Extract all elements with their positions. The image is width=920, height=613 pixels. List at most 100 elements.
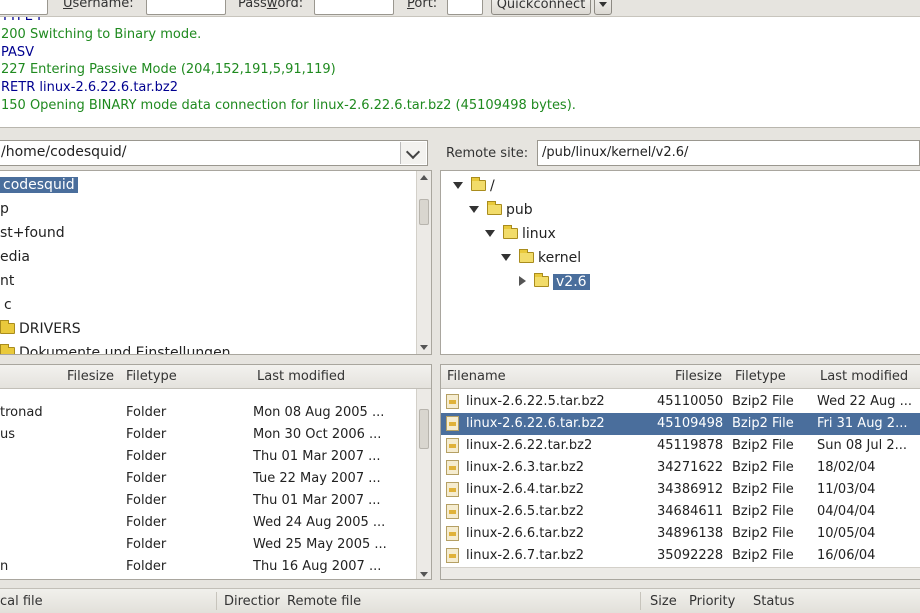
quickconnect-dropdown-icon[interactable] [594,0,612,15]
tree-item-v2-6[interactable]: v2.6 [519,271,590,293]
cell-name: n [0,559,9,574]
host-field[interactable] [0,0,48,15]
tree-item-drivers[interactable]: DRIVERS [0,318,81,340]
column-filesize[interactable]: Filesize [675,369,722,384]
archive-file-icon [446,504,459,519]
cell-name: linux-2.6.7.tar.bz2 [466,548,584,563]
expanded-icon[interactable] [469,206,479,213]
scroll-down-icon[interactable] [420,345,428,350]
archive-file-icon [446,482,459,497]
log-line: 200 Switching to Binary mode. [1,26,202,42]
tree-item[interactable]: st+found [0,222,65,244]
tree-item-drive-c[interactable]: c [4,294,12,316]
remote-directory-tree[interactable]: / pub linux kernel v2.6 [440,170,920,355]
cell-type: Folder [126,537,167,552]
column-filetype[interactable]: Filetype [126,369,177,384]
scroll-thumb[interactable] [419,409,429,449]
table-row[interactable]: tronad Folder Mon 08 Aug 2005 ... [0,402,431,424]
cell-size: 34271622 [657,460,724,475]
remote-path-input[interactable]: /pub/linux/kernel/v2.6/ [537,140,920,166]
cell-size: 45110050 [657,394,724,409]
table-row[interactable]: linux-2.6.4.tar.bz2 34386912 Bzip2 File 11/… [441,479,920,501]
tree-item-pub[interactable]: pub [469,199,533,221]
tree-item-linux[interactable]: linux [485,223,556,245]
expanded-icon[interactable] [501,254,511,261]
cell-type: Bzip2 File [732,526,794,541]
local-path-dropdown-icon[interactable] [400,142,426,164]
cell-modified: Wed 24 Aug 2005 ... [253,515,386,530]
table-row[interactable]: linux-2.6.22.6.tar.bz2 45109498 Bzip2 File… [441,413,920,435]
column-priority[interactable]: Priority [689,594,735,609]
column-last-modified[interactable]: Last modified [820,369,908,384]
archive-file-icon [446,548,459,563]
column-remote-file[interactable]: Remote file [287,594,361,609]
cell-type: Folder [126,427,167,442]
cell-name: tronad [0,405,43,420]
table-row[interactable]: us Folder Mon 30 Oct 2006 ... [0,424,431,446]
collapsed-icon[interactable] [519,276,526,286]
column-direction[interactable]: Directior [224,594,280,609]
table-row[interactable]: Folder Thu 01 Mar 2007 ... [0,490,431,512]
expanded-icon[interactable] [485,230,495,237]
tree-item[interactable]: p [0,198,9,220]
cell-modified: 04/04/04 [817,504,876,519]
tree-item[interactable]: edia [0,246,30,268]
username-field[interactable] [146,0,226,15]
column-size[interactable]: Size [650,594,677,609]
remote-list-hscrollbar[interactable] [441,567,920,579]
cell-type: Folder [126,559,167,574]
tree-item[interactable]: nt [0,270,14,292]
username-label: Username: [63,0,134,11]
remote-file-list[interactable]: Filename Filesize Filetype Last modified… [440,364,920,580]
local-list-header: Filesize Filetype Last modified [0,365,431,389]
expanded-icon[interactable] [453,182,463,189]
table-row[interactable]: linux-2.6.22.5.tar.bz2 45110050 Bzip2 File… [441,391,920,413]
archive-file-icon [446,460,459,475]
cell-modified: Thu 01 Mar 2007 ... [253,493,381,508]
table-row[interactable]: linux-2.6.6.tar.bz2 34896138 Bzip2 File 10/… [441,523,920,545]
tree-item-dokumente[interactable]: Dokumente und Einstellungen [0,342,231,354]
folder-icon [534,273,549,287]
port-label: Port: [407,0,438,11]
archive-file-icon [446,416,459,431]
column-local-file[interactable]: cal file [0,594,43,609]
column-status[interactable]: Status [753,594,794,609]
tree-item-kernel[interactable]: kernel [501,247,581,269]
column-filesize[interactable]: Filesize [67,369,114,384]
local-file-list[interactable]: Filesize Filetype Last modified tronad Fo… [0,364,432,580]
table-row[interactable]: linux-2.6.3.tar.bz2 34271622 Bzip2 File 18/… [441,457,920,479]
cell-modified: 10/05/04 [817,526,876,541]
scroll-down-icon[interactable] [420,572,428,577]
cell-modified: 16/06/04 [817,548,876,563]
table-row[interactable]: linux-2.6.5.tar.bz2 34684611 Bzip2 File 04/… [441,501,920,523]
table-row[interactable]: Folder Wed 24 Aug 2005 ... [0,512,431,534]
table-row[interactable]: linux-2.6.22.tar.bz2 45119878 Bzip2 File Su… [441,435,920,457]
tree-item-codesquid[interactable]: codesquid [0,174,78,196]
transfer-queue-header: cal file Directior Remote file Size Prio… [0,588,920,613]
message-log[interactable]: TYPE I200 Switching to Binary mode. PASV 2… [0,17,920,128]
local-directory-tree[interactable]: codesquid p st+found edia nt c DRIVERS D… [0,170,432,355]
cell-modified: 18/02/04 [817,460,876,475]
table-row[interactable]: Folder Thu 01 Mar 2007 ... [0,446,431,468]
table-row[interactable]: Folder Wed 25 May 2005 ... [0,534,431,556]
cell-size: 34896138 [657,526,724,541]
column-filename[interactable]: Filename [447,369,506,384]
column-last-modified[interactable]: Last modified [257,369,345,384]
table-row[interactable]: linux-2.6.7.tar.bz2 35092228 Bzip2 File 16/… [441,545,920,567]
cell-name: linux-2.6.22.tar.bz2 [466,438,593,453]
quickconnect-button[interactable]: Quickconnect [491,0,591,15]
local-list-scrollbar[interactable] [416,389,431,579]
folder-icon [503,225,518,239]
cell-type: Bzip2 File [732,460,794,475]
table-row[interactable]: Folder Tue 22 May 2007 ... [0,468,431,490]
column-filetype[interactable]: Filetype [735,369,786,384]
scroll-up-icon[interactable] [420,175,428,180]
password-field[interactable] [314,0,394,15]
remote-site-label: Remote site: [446,146,529,161]
table-row[interactable]: n Folder Thu 16 Aug 2007 ... [0,556,431,578]
scroll-thumb[interactable] [419,199,429,225]
local-tree-scrollbar[interactable] [416,171,431,354]
tree-item-root[interactable]: / [453,175,495,197]
local-path-input[interactable]: /home/codesquid/ [0,140,428,166]
port-field[interactable] [447,0,483,15]
